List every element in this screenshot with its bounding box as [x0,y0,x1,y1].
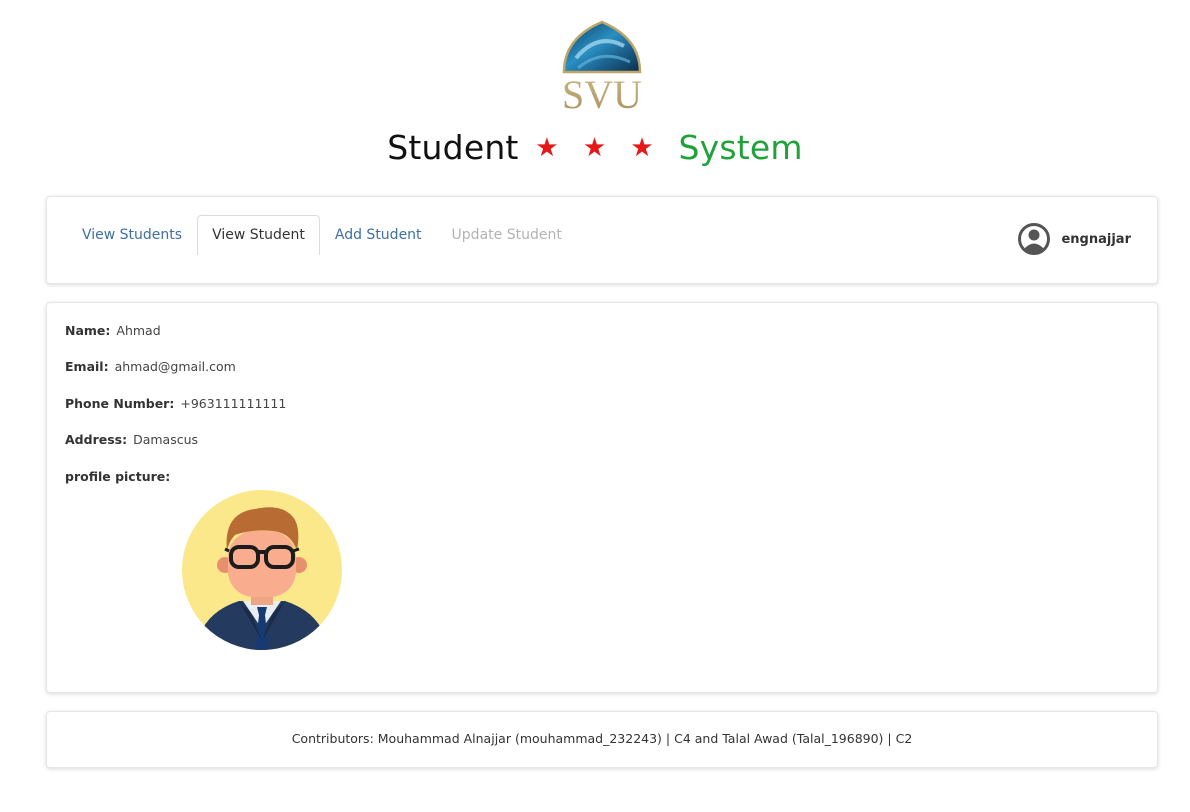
footer-card: Contributors: Mouhammad Alnajjar (mouham… [46,711,1158,768]
phone-value: +963111111111 [180,396,287,411]
tab-view-student[interactable]: View Student [197,215,320,255]
page-title: Student ★ ★ ★ System [0,128,1190,167]
field-address: Address: Damascus [65,432,198,447]
field-name: Name: Ahmad [65,323,161,338]
profile-avatar [182,490,342,650]
address-label: Address: [65,432,128,447]
svu-logo: SVU [558,18,646,112]
svu-logo-graphic: SVU [562,20,642,112]
contributors-text: Contributors: Mouhammad Alnajjar (mouham… [291,731,913,746]
tab-add-student[interactable]: Add Student [320,215,437,255]
name-label: Name: [65,323,111,338]
svg-text:SVU: SVU [562,72,642,112]
user-menu[interactable]: engnajjar [1017,222,1131,256]
phone-label: Phone Number: [65,396,175,411]
address-value: Damascus [133,432,199,447]
tab-update-student: Update Student [451,227,562,243]
profile-picture-label: profile picture: [65,469,171,484]
user-name: engnajjar [1061,231,1131,247]
title-student: Student [387,128,519,167]
title-stars: ★ ★ ★ [535,133,662,163]
tab-view-students[interactable]: View Students [67,215,197,255]
email-value: ahmad@gmail.com [114,359,236,374]
student-detail-card: Name: Ahmad Email: ahmad@gmail.com Phone N… [46,302,1158,693]
nav-tabs: View Students View Student Add Student U… [67,215,577,255]
user-circle-icon [1018,223,1051,255]
field-profile-picture: profile picture: [65,469,176,484]
title-system: System [678,128,803,167]
name-value: Ahmad [116,323,161,338]
nav-card: View Students View Student Add Student U… [46,196,1158,284]
field-phone: Phone Number: +963111111111 [65,396,286,411]
field-email: Email: ahmad@gmail.com [65,359,236,374]
email-label: Email: [65,359,109,374]
